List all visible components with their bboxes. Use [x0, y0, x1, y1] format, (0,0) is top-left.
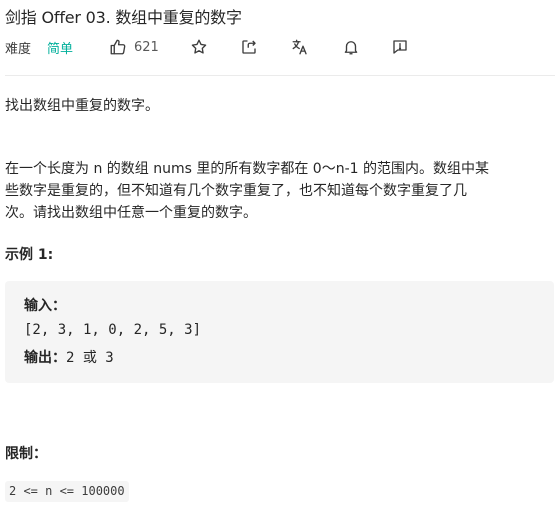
like-count: 621 — [134, 39, 159, 55]
description-line: 次。请找出数组中任意一个重复的数字。 — [5, 205, 257, 221]
problem-meta-bar: 难度 简单 621 — [5, 36, 555, 58]
difficulty-label: 难度 — [5, 41, 32, 57]
feedback-icon — [391, 38, 409, 56]
translate-icon — [291, 38, 309, 56]
problem-page: 剑指 Offer 03. 数组中重复的数字 难度 简单 621 找出数组中重复的… — [0, 0, 559, 523]
example-output-value: 2 或 3 — [66, 350, 114, 366]
header-divider — [5, 75, 555, 76]
favorite-button[interactable] — [190, 36, 208, 58]
description-body: 在一个长度为 n 的数组 nums 里的所有数字都在 0～n-1 的范围内。数组… — [5, 158, 557, 224]
description-intro: 找出数组中重复的数字。 — [5, 98, 159, 114]
description-line: 在一个长度为 n 的数组 nums 里的所有数字都在 0～n-1 的范围内。数组… — [5, 161, 489, 177]
share-icon — [240, 38, 258, 56]
example-output-label: 输出： — [24, 350, 66, 366]
example-heading: 示例 1: — [5, 247, 54, 263]
share-button[interactable] — [240, 36, 258, 58]
description-line: 些数字是重复的，但不知道有几个数字重复了，也不知道每个数字重复了几 — [5, 183, 467, 199]
subscribe-button[interactable] — [342, 36, 360, 58]
problem-title: 剑指 Offer 03. 数组中重复的数字 — [5, 8, 242, 27]
feedback-button[interactable] — [391, 36, 409, 58]
constraints-heading: 限制： — [5, 446, 47, 462]
example-input-label: 输入： — [24, 298, 66, 314]
constraint-code: 2 <= n <= 100000 — [5, 481, 129, 502]
example-input-value: [2, 3, 1, 0, 2, 5, 3] — [24, 322, 202, 338]
difficulty-badge: 简单 — [47, 41, 74, 57]
example-block: 输入： [2, 3, 1, 0, 2, 5, 3] 输出：2 或 3 — [5, 281, 554, 383]
thumbs-up-icon — [109, 38, 127, 56]
star-icon — [190, 38, 208, 56]
bell-icon — [342, 38, 360, 56]
like-button[interactable]: 621 — [109, 36, 159, 58]
translate-button[interactable] — [291, 36, 309, 58]
